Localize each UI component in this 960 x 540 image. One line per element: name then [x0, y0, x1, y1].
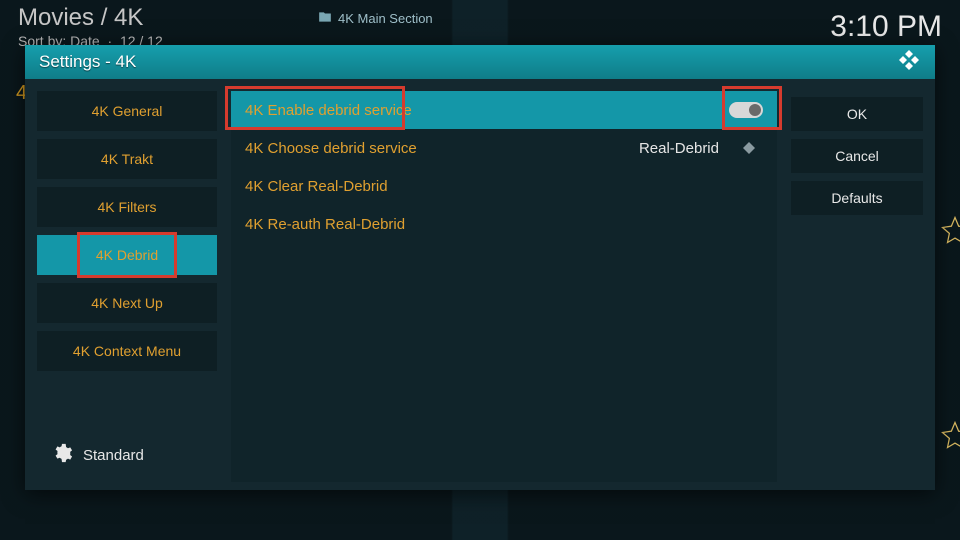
setting-label: 4K Enable debrid service — [245, 102, 412, 119]
gear-icon — [51, 442, 73, 468]
folder-icon — [318, 10, 332, 27]
section-indicator: 4K Main Section — [318, 10, 433, 27]
button-label: Cancel — [835, 148, 879, 164]
defaults-button[interactable]: Defaults — [791, 181, 923, 215]
settings-level-button[interactable]: Standard — [37, 436, 217, 482]
setting-label: 4K Clear Real-Debrid — [245, 178, 388, 195]
toggle-switch[interactable] — [729, 102, 763, 118]
breadcrumb: Movies / 4K — [18, 4, 163, 32]
settings-level-label: Standard — [83, 447, 144, 464]
sidebar-item-label: 4K Debrid — [96, 247, 158, 263]
sidebar-item-contextmenu[interactable]: 4K Context Menu — [37, 331, 217, 371]
button-label: OK — [847, 106, 867, 122]
settings-list: 4K Enable debrid service 4K Choose debri… — [231, 91, 777, 482]
chevron-updown-icon — [737, 138, 763, 158]
sidebar-item-debrid[interactable]: 4K Debrid — [37, 235, 217, 275]
setting-value: Real-Debrid — [639, 140, 719, 157]
sidebar-item-label: 4K Trakt — [101, 151, 153, 167]
sidebar-item-label: 4K Context Menu — [73, 343, 181, 359]
settings-dialog: Settings - 4K 4K General 4K Trakt 4K Fil… — [25, 45, 935, 490]
setting-choose-debrid[interactable]: 4K Choose debrid service Real-Debrid — [231, 129, 777, 167]
top-bar: Movies / 4K Sort by: Date · 12 / 12 4K M… — [18, 4, 942, 49]
button-label: Defaults — [831, 190, 882, 206]
category-sidebar: 4K General 4K Trakt 4K Filters 4K Debrid… — [37, 91, 217, 482]
sidebar-item-trakt[interactable]: 4K Trakt — [37, 139, 217, 179]
cancel-button[interactable]: Cancel — [791, 139, 923, 173]
section-label: 4K Main Section — [338, 11, 433, 26]
ok-button[interactable]: OK — [791, 97, 923, 131]
sidebar-item-label: 4K Next Up — [91, 295, 163, 311]
sidebar-item-label: 4K General — [92, 103, 163, 119]
action-column: OK Cancel Defaults — [791, 91, 923, 482]
dialog-header: Settings - 4K — [25, 45, 935, 79]
star-decoration — [940, 215, 960, 245]
star-decoration — [940, 420, 960, 450]
dialog-body: 4K General 4K Trakt 4K Filters 4K Debrid… — [25, 79, 935, 490]
clock: 3:10 PM — [830, 10, 942, 44]
sidebar-item-filters[interactable]: 4K Filters — [37, 187, 217, 227]
setting-label: 4K Choose debrid service — [245, 140, 417, 157]
setting-label: 4K Re-auth Real-Debrid — [245, 216, 405, 233]
sidebar-item-general[interactable]: 4K General — [37, 91, 217, 131]
sidebar-item-label: 4K Filters — [97, 199, 156, 215]
setting-reauth-debrid[interactable]: 4K Re-auth Real-Debrid — [231, 205, 777, 243]
kodi-logo-icon — [897, 48, 921, 77]
setting-clear-debrid[interactable]: 4K Clear Real-Debrid — [231, 167, 777, 205]
sidebar-item-nextup[interactable]: 4K Next Up — [37, 283, 217, 323]
setting-enable-debrid[interactable]: 4K Enable debrid service — [231, 91, 777, 129]
dialog-title: Settings - 4K — [39, 52, 136, 72]
